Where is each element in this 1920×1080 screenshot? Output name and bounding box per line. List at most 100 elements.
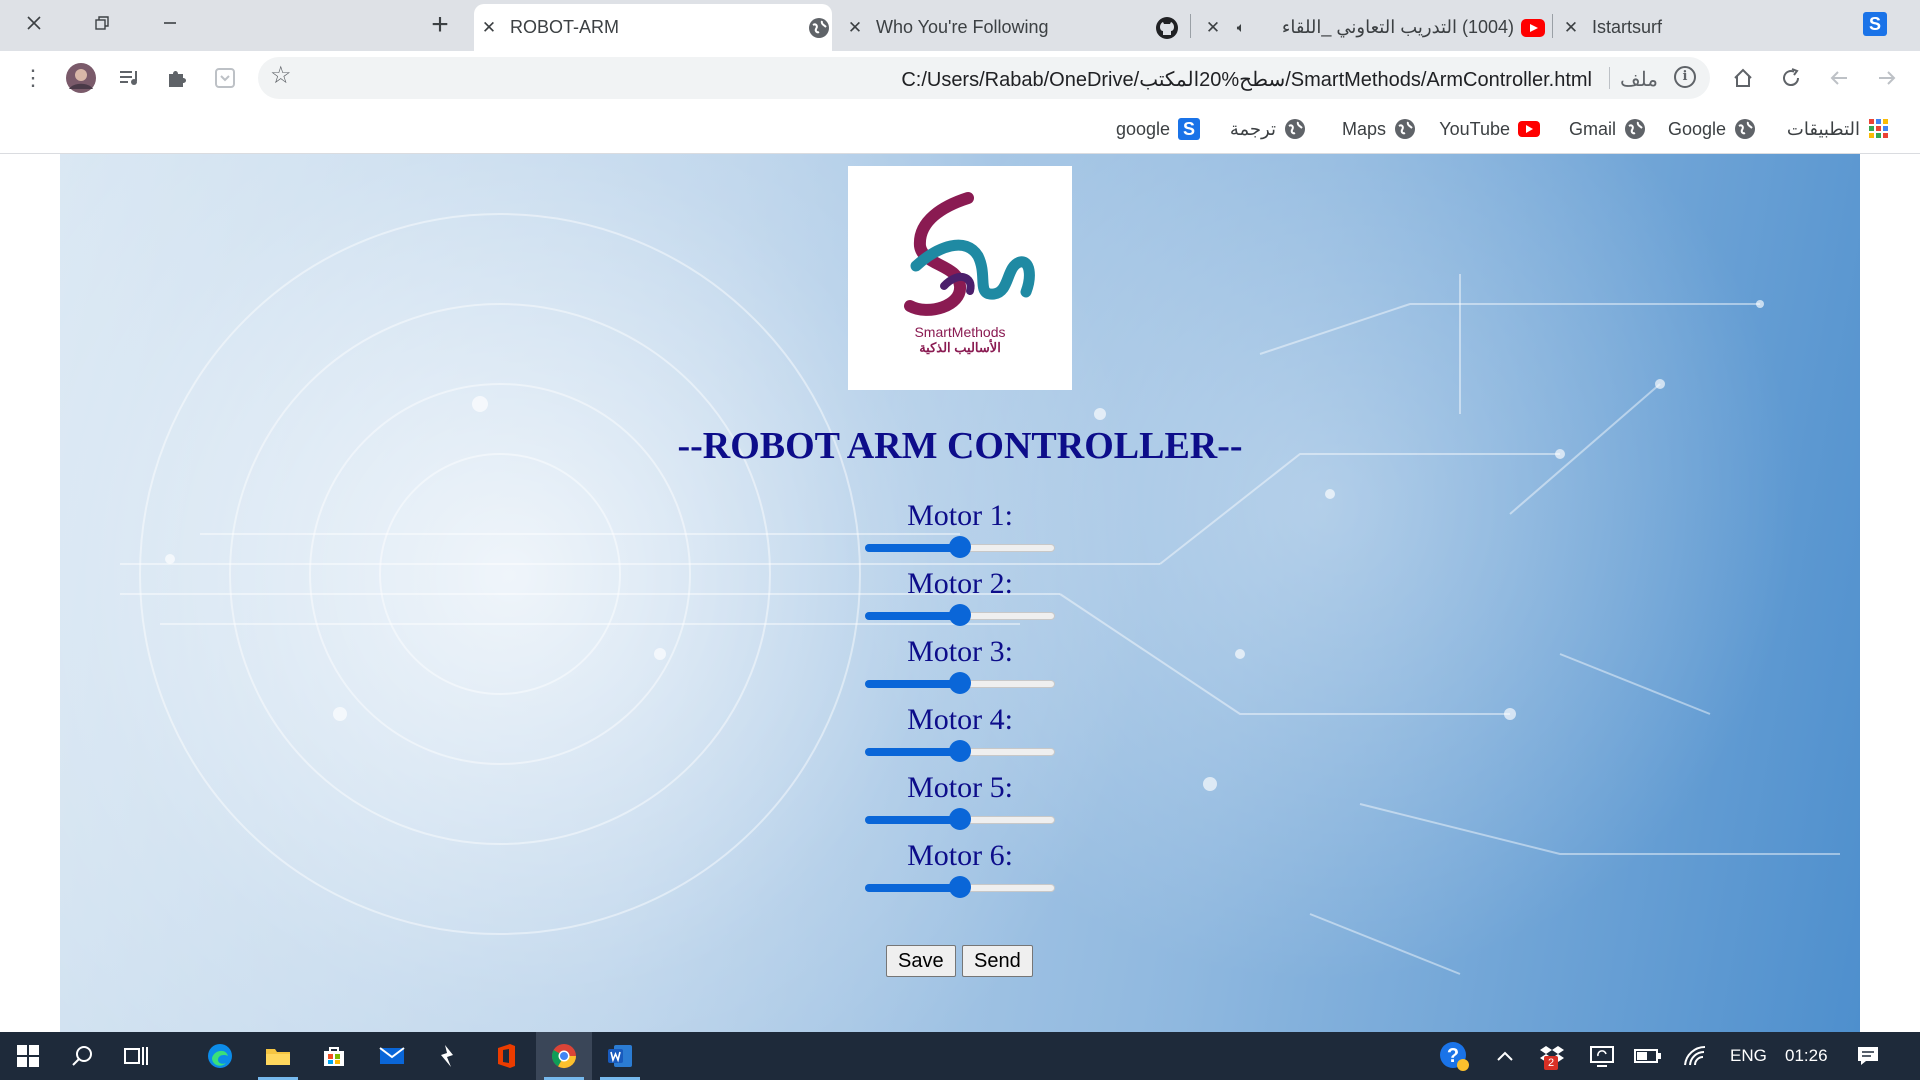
media-control-icon[interactable]	[112, 61, 146, 95]
windows-taskbar: ? 2 ENG 01:26	[0, 1032, 1920, 1080]
bookmark-gmail[interactable]: Gmail	[1569, 114, 1646, 144]
slider-fill	[865, 816, 960, 824]
send-button[interactable]: Send	[962, 945, 1033, 977]
home-icon[interactable]	[1726, 61, 1760, 95]
slider-thumb[interactable]	[949, 808, 971, 830]
extension-pocket-icon[interactable]	[208, 61, 242, 95]
s-icon: S	[1863, 12, 1887, 36]
save-button[interactable]: Save	[886, 945, 956, 977]
help-icon[interactable]: ?	[1430, 1032, 1478, 1080]
apps-grid-icon	[1868, 118, 1890, 140]
motor-6-slider[interactable]	[865, 876, 1055, 898]
tab-close-icon[interactable]: ✕	[1556, 18, 1586, 38]
word-icon[interactable]	[592, 1032, 648, 1080]
action-center-icon[interactable]	[1846, 1032, 1890, 1080]
tab-close-icon[interactable]: ✕	[474, 18, 504, 38]
battery-icon[interactable]	[1626, 1032, 1670, 1080]
browser-toolbar: ⋮ ☆ C:/Users/Rabab/OneDrive/سطح%20المكتب…	[0, 51, 1920, 106]
tab-github[interactable]: ✕ Who You're Following	[840, 4, 1180, 51]
language-indicator[interactable]: ENG	[1730, 1046, 1767, 1066]
url-text[interactable]: C:/Users/Rabab/OneDrive/سطح%20المكتب/Sma…	[901, 67, 1592, 92]
edge-icon[interactable]	[192, 1032, 248, 1080]
motor-3-slider[interactable]	[865, 672, 1055, 694]
forward-arrow-icon[interactable]	[1870, 61, 1904, 95]
slider-thumb[interactable]	[949, 672, 971, 694]
bookmark-label: ترجمة	[1229, 118, 1276, 139]
motor-1-slider[interactable]	[865, 536, 1055, 558]
globe-icon	[1624, 118, 1646, 140]
motor-1-label: Motor 1:	[907, 499, 1013, 532]
slider-thumb[interactable]	[949, 536, 971, 558]
bookmark-google-s[interactable]: google S	[1116, 114, 1200, 144]
youtube-icon	[1518, 118, 1540, 140]
chrome-icon[interactable]	[536, 1032, 592, 1080]
bookmark-label: التطبيقات	[1786, 118, 1860, 139]
globe-icon	[1284, 118, 1306, 140]
minimize-window-icon[interactable]	[152, 0, 188, 46]
app-bolt-icon[interactable]	[420, 1032, 476, 1080]
close-window-icon[interactable]	[16, 0, 52, 46]
bookmark-star-icon[interactable]: ☆	[270, 61, 292, 90]
logo-text-ar: الأساليب الذكية	[919, 340, 1001, 355]
slider-thumb[interactable]	[949, 604, 971, 626]
tab-title: Istartsurf	[1592, 17, 1663, 37]
back-arrow-icon[interactable]	[1822, 61, 1856, 95]
mail-icon[interactable]	[364, 1032, 420, 1080]
address-bar[interactable]: ☆ C:/Users/Rabab/OneDrive/سطح%20المكتب/S…	[258, 57, 1710, 99]
restore-window-icon[interactable]	[84, 0, 120, 46]
dropbox-badge: 2	[1544, 1056, 1558, 1070]
motor-5-label: Motor 5:	[907, 771, 1013, 804]
slider-thumb[interactable]	[949, 740, 971, 762]
wifi-icon[interactable]	[1674, 1032, 1718, 1080]
extensions-puzzle-icon[interactable]	[160, 61, 194, 95]
file-explorer-icon[interactable]	[250, 1032, 306, 1080]
windows-start-icon[interactable]	[0, 1032, 56, 1080]
display-sync-icon[interactable]	[1580, 1032, 1624, 1080]
motor-2-slider[interactable]	[865, 604, 1055, 626]
tab-title: Who You're Following	[876, 17, 1049, 37]
slider-fill	[865, 884, 960, 892]
s-icon: S	[1178, 118, 1200, 140]
clock-time[interactable]: 01:26	[1785, 1046, 1828, 1066]
tab-robot-arm[interactable]: ✕ ROBOT-ARM	[474, 4, 832, 51]
tab-youtube[interactable]: ✕ 🔈︎ (1004) التدريب التعاوني _اللقاء	[1198, 4, 1546, 51]
new-tab-button[interactable]: +	[424, 10, 456, 42]
motor-5-slider[interactable]	[865, 808, 1055, 830]
bookmark-google[interactable]: Google	[1668, 114, 1756, 144]
tab-strip: + ✕ ROBOT-ARM ✕ Who You're Following ✕ 🔈…	[0, 0, 1920, 51]
store-icon[interactable]	[306, 1032, 362, 1080]
office-icon[interactable]	[478, 1032, 534, 1080]
bookmark-maps[interactable]: Maps	[1342, 114, 1416, 144]
motor-4-label: Motor 4:	[907, 703, 1013, 736]
reload-icon[interactable]	[1774, 61, 1808, 95]
omnibox-separator	[1609, 67, 1610, 89]
show-hidden-icons-chevron-icon[interactable]	[1484, 1032, 1526, 1080]
slider-thumb[interactable]	[949, 876, 971, 898]
youtube-icon	[1520, 15, 1546, 41]
bookmark-label: Gmail	[1568, 118, 1616, 139]
search-icon[interactable]	[54, 1032, 110, 1080]
task-view-icon[interactable]	[108, 1032, 164, 1080]
slider-fill	[865, 748, 960, 756]
tab-istartsurf[interactable]: ✕ Istartsurf	[1556, 4, 1856, 51]
bookmark-label: Maps	[1341, 118, 1386, 139]
bookmark-translate[interactable]: ترجمة	[1230, 114, 1306, 144]
tab-close-icon[interactable]: ✕	[1198, 18, 1228, 38]
bookmark-youtube[interactable]: YouTube	[1439, 114, 1540, 144]
profile-avatar[interactable]	[64, 61, 98, 95]
globe-icon	[1734, 118, 1756, 140]
site-info-icon[interactable]: i	[1674, 66, 1696, 88]
tab-separator	[1552, 14, 1553, 38]
slider-fill	[865, 680, 960, 688]
menu-kebab-icon[interactable]: ⋮	[16, 61, 50, 95]
motor-2-label: Motor 2:	[907, 567, 1013, 600]
bookmark-apps[interactable]: التطبيقات	[1787, 114, 1890, 144]
tab-close-icon[interactable]: ✕	[840, 18, 870, 38]
bookmark-label: YouTube	[1439, 118, 1510, 139]
tab-title: ROBOT-ARM	[510, 17, 620, 37]
audio-playing-icon[interactable]: 🔈︎	[1228, 19, 1254, 36]
dropbox-icon[interactable]: 2	[1530, 1032, 1576, 1080]
smartmethods-logo: SmartMethods الأساليب الذكية	[848, 166, 1072, 390]
slider-fill	[865, 544, 960, 552]
motor-4-slider[interactable]	[865, 740, 1055, 762]
